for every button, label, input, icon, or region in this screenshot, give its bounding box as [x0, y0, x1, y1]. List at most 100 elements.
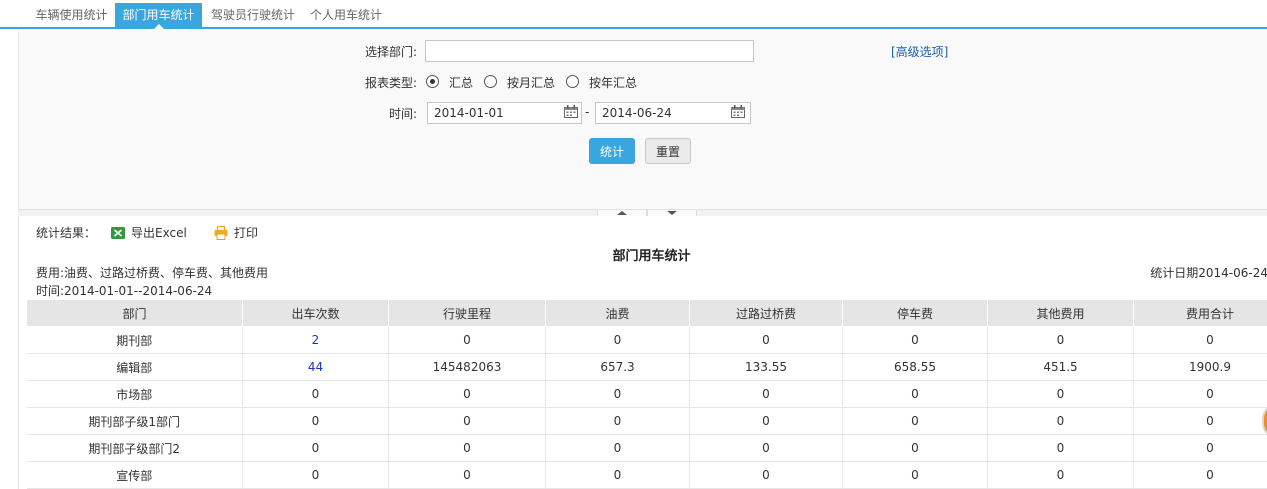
- table-cell: 0: [689, 380, 843, 408]
- chevron-down-icon: [667, 211, 677, 215]
- calendar-icon[interactable]: [564, 105, 578, 118]
- table-cell: 0: [842, 461, 988, 489]
- table-cell: 0: [987, 434, 1134, 462]
- date-separator: -: [585, 105, 590, 119]
- table-cell: 0: [842, 407, 988, 435]
- table-row: 编辑部 44 145482063 657.3 133.55 658.55 451…: [26, 353, 1267, 381]
- department-cell: 期刊部: [26, 326, 243, 354]
- table-cell: 0: [1133, 461, 1267, 489]
- tab-bar: 车辆使用统计 部门用车统计 驾驶员行驶统计 个人用车统计: [0, 0, 1267, 29]
- date-from-input[interactable]: [427, 102, 582, 124]
- cost-items-note: 费用:油费、过路过桥费、停车费、其他费用: [36, 266, 269, 280]
- table-cell: 451.5: [987, 353, 1134, 381]
- printer-icon: [214, 226, 228, 240]
- chevron-up-icon: [617, 211, 627, 215]
- table-cell: 0: [689, 461, 843, 489]
- tab-department-usage-label: 部门用车统计: [122, 8, 195, 22]
- date-to-input[interactable]: [595, 102, 751, 124]
- table-cell: 0: [545, 461, 690, 489]
- tab-personal-usage[interactable]: 个人用车统计: [305, 3, 387, 27]
- table-cell: 0: [689, 326, 843, 354]
- export-excel-button[interactable]: 导出Excel: [111, 224, 187, 241]
- table-cell: 0: [388, 326, 546, 354]
- radio-summary[interactable]: [426, 75, 439, 88]
- table-cell: 0: [689, 407, 843, 435]
- time-label: 时间:: [388, 107, 417, 121]
- export-excel-label: 导出Excel: [131, 226, 187, 240]
- table-cell: 0: [987, 380, 1134, 408]
- table-cell: 0: [388, 380, 546, 408]
- column-header: 过路过桥费: [689, 299, 843, 327]
- table-cell: 0: [987, 461, 1134, 489]
- reset-button[interactable]: 重置: [645, 138, 691, 164]
- tab-vehicle-usage[interactable]: 车辆使用统计: [29, 3, 114, 27]
- table-cell: 0: [242, 380, 389, 408]
- table-cell: 0: [987, 407, 1134, 435]
- table-cell: 0: [1133, 326, 1267, 354]
- column-header: 出车次数: [242, 299, 389, 327]
- table-cell: 1900.9: [1133, 353, 1267, 381]
- print-button[interactable]: 打印: [214, 224, 258, 241]
- table-cell: 0: [689, 434, 843, 462]
- column-header: 费用合计: [1133, 299, 1267, 327]
- table-header-row: 部门 出车次数 行驶里程 油费 过路过桥费 停车费 其他费用 费用合计: [26, 299, 1267, 327]
- column-header: 油费: [545, 299, 690, 327]
- result-panel: 统计结果： 导出Excel 打印 部门用车统计 费用:油费、过路过桥费、停车费、…: [18, 216, 1267, 489]
- table-cell: 658.55: [842, 353, 988, 381]
- table-row: 宣传部 0 0 0 0 0 0 0: [26, 461, 1267, 489]
- department-input[interactable]: [425, 40, 754, 62]
- table-cell: 145482063: [388, 353, 546, 381]
- table-cell: 0: [545, 407, 690, 435]
- trip-count-link[interactable]: 44: [242, 353, 389, 381]
- tab-driver-mileage[interactable]: 驾驶员行驶统计: [205, 3, 301, 27]
- stat-date: 统计日期2014-06-24: [1150, 266, 1267, 280]
- table-row: 期刊部子级1部门 0 0 0 0 0 0 0: [26, 407, 1267, 435]
- table-cell: 657.3: [545, 353, 690, 381]
- radio-monthly[interactable]: [484, 75, 497, 88]
- table-cell: 0: [388, 407, 546, 435]
- column-header: 其他费用: [987, 299, 1134, 327]
- table-cell: 0: [842, 434, 988, 462]
- print-label: 打印: [234, 226, 259, 240]
- department-cell: 宣传部: [26, 461, 243, 489]
- result-label: 统计结果：: [36, 226, 97, 240]
- report-title: 部门用车统计: [612, 249, 691, 264]
- search-panel: 选择部门: [高级选项] 报表类型: 汇总 按月汇总 按年汇总 时间: - 统计…: [18, 31, 1267, 210]
- table-cell: 0: [388, 434, 546, 462]
- table-cell: 133.55: [689, 353, 843, 381]
- table-cell: 0: [545, 380, 690, 408]
- report-type-label: 报表类型:: [364, 76, 417, 90]
- table-row: 期刊部 2 0 0 0 0 0 0: [26, 326, 1267, 354]
- department-cell: 期刊部子级部门2: [26, 434, 243, 462]
- calendar-icon[interactable]: [731, 105, 745, 118]
- active-tab-indicator: [153, 24, 164, 29]
- table-cell: 0: [842, 380, 988, 408]
- table-cell: 0: [242, 461, 389, 489]
- table-cell: 0: [388, 461, 546, 489]
- table-cell: 0: [1133, 434, 1267, 462]
- radio-monthly-label: 按月汇总: [507, 76, 556, 90]
- column-header: 停车费: [842, 299, 988, 327]
- trip-count-link[interactable]: 2: [242, 326, 389, 354]
- column-header: 部门: [26, 299, 243, 327]
- table-cell: 0: [545, 326, 690, 354]
- table-cell: 0: [842, 326, 988, 354]
- tab-department-usage[interactable]: 部门用车统计: [115, 3, 202, 29]
- table-cell: 0: [1133, 407, 1267, 435]
- excel-icon: [111, 227, 125, 239]
- table-cell: 0: [987, 326, 1134, 354]
- radio-yearly[interactable]: [566, 75, 579, 88]
- table-cell: 0: [1133, 380, 1267, 408]
- table-row: 市场部 0 0 0 0 0 0 0: [26, 380, 1267, 408]
- advanced-options-link[interactable]: [高级选项]: [891, 43, 948, 60]
- radio-summary-label: 汇总: [449, 76, 474, 90]
- submit-stats-button[interactable]: 统计: [589, 138, 635, 164]
- time-range: 时间:2014-01-01--2014-06-24: [36, 284, 213, 298]
- table-cell: 0: [545, 434, 690, 462]
- department-cell: 期刊部子级1部门: [26, 407, 243, 435]
- department-cell: 编辑部: [26, 353, 243, 381]
- table-cell: 0: [242, 407, 389, 435]
- column-header: 行驶里程: [388, 299, 546, 327]
- radio-yearly-label: 按年汇总: [589, 76, 638, 90]
- table-cell: 0: [242, 434, 389, 462]
